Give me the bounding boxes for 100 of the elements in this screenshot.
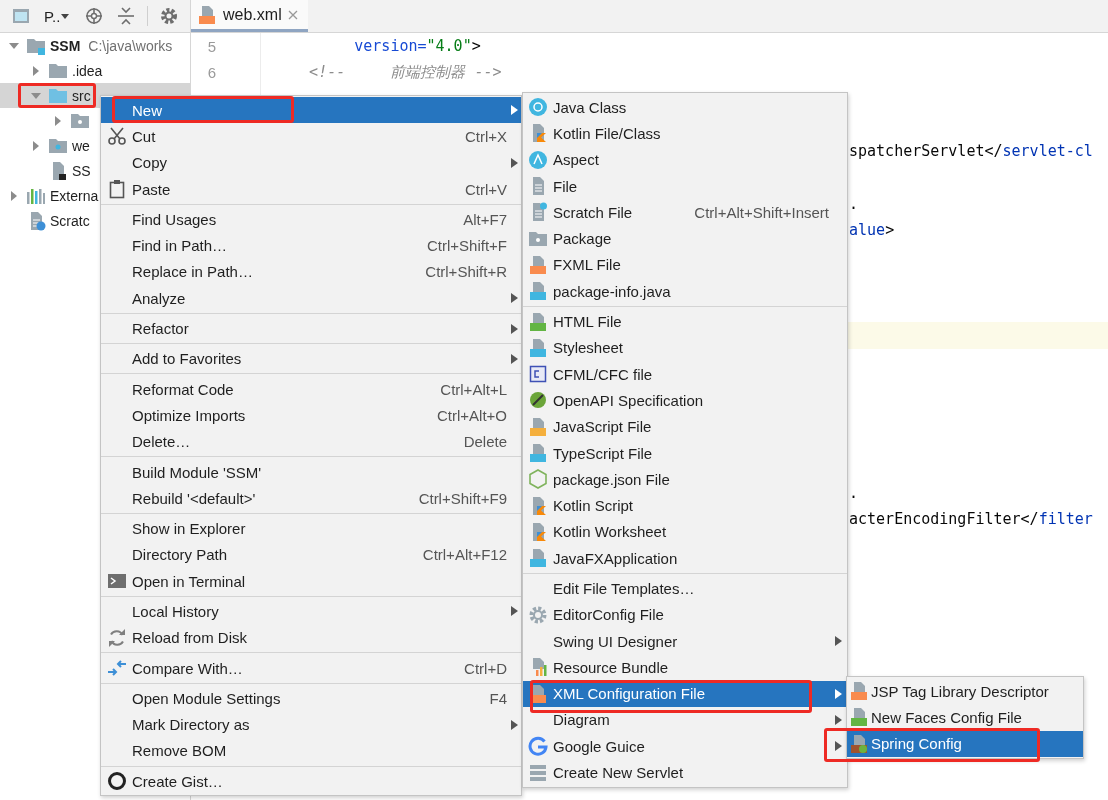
ring-icon: [106, 771, 127, 792]
menu-item[interactable]: Copy: [101, 149, 521, 176]
file-icon: [849, 681, 869, 702]
menu-item[interactable]: Compare With… Ctrl+D: [101, 654, 521, 682]
menu-item[interactable]: Directory Path Ctrl+Alt+F12: [101, 541, 521, 569]
crosshair-icon: [85, 7, 104, 25]
caret-icon: [61, 13, 70, 19]
tree-item[interactable]: we: [0, 133, 90, 158]
shortcut-label: Alt+F7: [462, 210, 507, 228]
shortcut-label: Ctrl+Shift+F9: [417, 489, 507, 507]
circle-icon: [528, 97, 548, 118]
menu-item[interactable]: Local History: [101, 598, 521, 625]
menu-item[interactable]: Analyze: [101, 285, 521, 312]
shortcut-label: Ctrl+Shift+R: [424, 263, 507, 281]
collapse-icon: [117, 7, 136, 25]
tree-item[interactable]: Scratc: [0, 208, 90, 233]
hexagon-icon: [528, 469, 548, 490]
file-icon: [528, 311, 548, 332]
menu-item[interactable]: HTML File: [523, 308, 847, 335]
menu-item[interactable]: TypeScript File: [523, 439, 847, 467]
panel-icon: [12, 7, 30, 25]
path-label: C:\java\works: [88, 37, 173, 54]
square-icon: [528, 364, 548, 385]
settings-icon: [160, 7, 179, 25]
menu-item[interactable]: Swing UI Designer: [523, 627, 847, 655]
file-icon: [849, 707, 869, 728]
menu-item[interactable]: JavaFXApplication: [523, 545, 847, 572]
menu-item[interactable]: Replace in Path… Ctrl+Shift+R: [101, 258, 521, 286]
menu-item[interactable]: Scratch File Ctrl+Alt+Shift+Insert: [523, 199, 847, 226]
shortcut-label: F4: [488, 689, 507, 707]
ring-icon: [528, 736, 548, 757]
server-icon: [528, 762, 548, 783]
menu-item[interactable]: Kotlin Worksheet: [523, 518, 847, 546]
menu-item[interactable]: EditorConfig File: [523, 601, 847, 628]
menu-item[interactable]: Find Usages Alt+F7: [101, 206, 521, 233]
menu-item[interactable]: New Faces Config File: [847, 704, 1083, 731]
menu-item[interactable]: Spring Config: [847, 730, 1083, 757]
shortcut-label: Ctrl+Alt+F12: [421, 546, 507, 564]
menu-item[interactable]: File: [523, 172, 847, 200]
menu-item[interactable]: Stylesheet: [523, 334, 847, 361]
menu-item[interactable]: Cut Ctrl+X: [101, 123, 521, 150]
menu-item[interactable]: Mark Directory as: [101, 711, 521, 738]
menu-item[interactable]: Aspect: [523, 146, 847, 173]
menu-item[interactable]: OpenAPI Specification: [523, 387, 847, 414]
menu-item[interactable]: Reload from Disk: [101, 624, 521, 651]
scissors-icon: [106, 126, 127, 147]
tree-item[interactable]: SSM C:\java\works: [0, 33, 173, 58]
menu-item[interactable]: Delete… Delete: [101, 428, 521, 455]
circle-icon: [528, 390, 548, 411]
menu-item[interactable]: Google Guice: [523, 733, 847, 760]
menu-item[interactable]: Create Gist…: [101, 768, 521, 795]
menu-item[interactable]: Create New Servlet: [523, 759, 847, 786]
menu-item[interactable]: Optimize Imports Ctrl+Alt+O: [101, 402, 521, 429]
code-line: version="4.0">: [353, 37, 481, 56]
menu-item[interactable]: Reformat Code Ctrl+Alt+L: [101, 375, 521, 403]
menu-item[interactable]: Refactor: [101, 315, 521, 342]
line-number: 6: [191, 59, 261, 86]
file-icon: [528, 337, 548, 358]
menu-item[interactable]: Diagram: [523, 706, 847, 734]
shortcut-label: Ctrl+D: [463, 659, 507, 677]
shortcut-label: Ctrl+V: [463, 180, 507, 198]
tree-item[interactable]: .idea: [0, 58, 103, 83]
file-icon: [849, 733, 869, 754]
menu-item[interactable]: JSP Tag Library Descriptor: [847, 678, 1083, 705]
menu-item[interactable]: New: [101, 97, 521, 124]
menu-item[interactable]: FXML File: [523, 251, 847, 279]
menu-item[interactable]: CFML/CFC file: [523, 360, 847, 388]
file-icon: [528, 281, 548, 302]
menu-item[interactable]: JavaScript File: [523, 413, 847, 440]
menu-item[interactable]: Build Module 'SSM': [101, 458, 521, 486]
menu-item[interactable]: Rebuild '<default>' Ctrl+Shift+F9: [101, 485, 521, 512]
menu-item[interactable]: Open in Terminal: [101, 568, 521, 595]
file-tab[interactable]: web.xml: [191, 0, 308, 32]
code-line: .: [849, 194, 859, 213]
tree-item[interactable]: SS: [0, 158, 91, 183]
code-line: .: [849, 484, 859, 503]
file-icon: [528, 443, 548, 463]
menu-item[interactable]: Kotlin File/Class: [523, 120, 847, 147]
menu-item[interactable]: Kotlin Script: [523, 492, 847, 519]
menu-item[interactable]: package-info.java: [523, 278, 847, 305]
menu-item[interactable]: Find in Path… Ctrl+Shift+F: [101, 232, 521, 259]
circle-icon: [528, 149, 548, 170]
tree-item[interactable]: Externa: [0, 183, 99, 208]
code-line: spatcherServlet</servlet-cl: [849, 142, 1093, 161]
menu-item[interactable]: Package: [523, 225, 847, 252]
menu-item[interactable]: Resource Bundle: [523, 654, 847, 681]
menu-item[interactable]: Show in Explorer: [101, 515, 521, 542]
shortcut-label: Ctrl+Alt+O: [435, 406, 507, 424]
menu-item[interactable]: Add to Favorites: [101, 345, 521, 372]
code-line: alue>: [849, 221, 895, 240]
view-dropdown[interactable]: P..: [40, 7, 74, 25]
file-icon: [528, 254, 548, 275]
line-number: 5: [191, 33, 261, 60]
shortcut-label: Ctrl+Shift+F: [425, 237, 507, 255]
menu-item[interactable]: Edit File Templates…: [523, 575, 847, 602]
menu-item[interactable]: Remove BOM: [101, 737, 521, 765]
menu-item[interactable]: Paste Ctrl+V: [101, 175, 521, 203]
menu-item[interactable]: package.json File: [523, 466, 847, 493]
menu-item[interactable]: Open Module Settings F4: [101, 685, 521, 712]
menu-item[interactable]: Java Class: [523, 94, 847, 121]
